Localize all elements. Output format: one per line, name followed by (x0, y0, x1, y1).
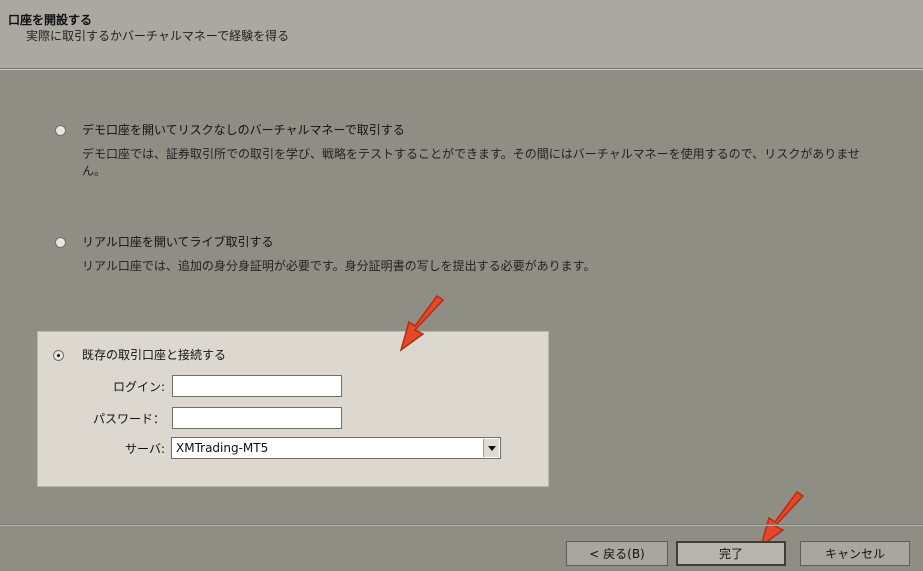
existing-radio[interactable] (53, 350, 64, 361)
header-divider (0, 69, 923, 70)
demo-description: デモ口座では、証券取引所での取引を学び、戦略をテストすることができます。その間に… (82, 147, 860, 178)
existing-label[interactable]: 既存の取引口座と接続する (82, 346, 226, 363)
server-select-value: XMTrading-MT5 (176, 441, 269, 455)
server-label: サーバ: (125, 442, 165, 456)
login-label: ログイン: (112, 380, 165, 394)
login-input[interactable] (172, 375, 342, 397)
password-input[interactable] (172, 407, 342, 429)
real-label[interactable]: リアル口座を開いてライブ取引する (82, 233, 274, 250)
wizard-header: 口座を開設する 実際に取引するかバーチャルマネーで経験を得る (0, 0, 923, 69)
cancel-button[interactable]: キャンセル (800, 541, 910, 566)
chevron-down-icon[interactable] (483, 439, 499, 457)
header-title: 口座を開設する (8, 13, 93, 27)
demo-radio[interactable] (55, 125, 66, 136)
back-button[interactable]: < 戻る(B) (566, 541, 668, 566)
demo-label[interactable]: デモ口座を開いてリスクなしのバーチャルマネーで取引する (82, 121, 405, 138)
finish-button[interactable]: 完了 (676, 541, 786, 566)
real-radio[interactable] (55, 237, 66, 248)
header-subtitle: 実際に取引するかバーチャルマネーで経験を得る (26, 29, 290, 43)
existing-account-panel: 既存の取引口座と接続する ログイン: パスワード： サーバ: XMTrading… (37, 331, 549, 487)
footer-divider-highlight (0, 525, 923, 526)
server-select[interactable]: XMTrading-MT5 (171, 437, 501, 459)
real-description: リアル口座では、追加の身分身証明が必要です。身分証明書の写しを提出する必要があり… (82, 259, 596, 273)
annotation-arrow-icon (399, 294, 445, 352)
password-label: パスワード： (92, 412, 165, 426)
